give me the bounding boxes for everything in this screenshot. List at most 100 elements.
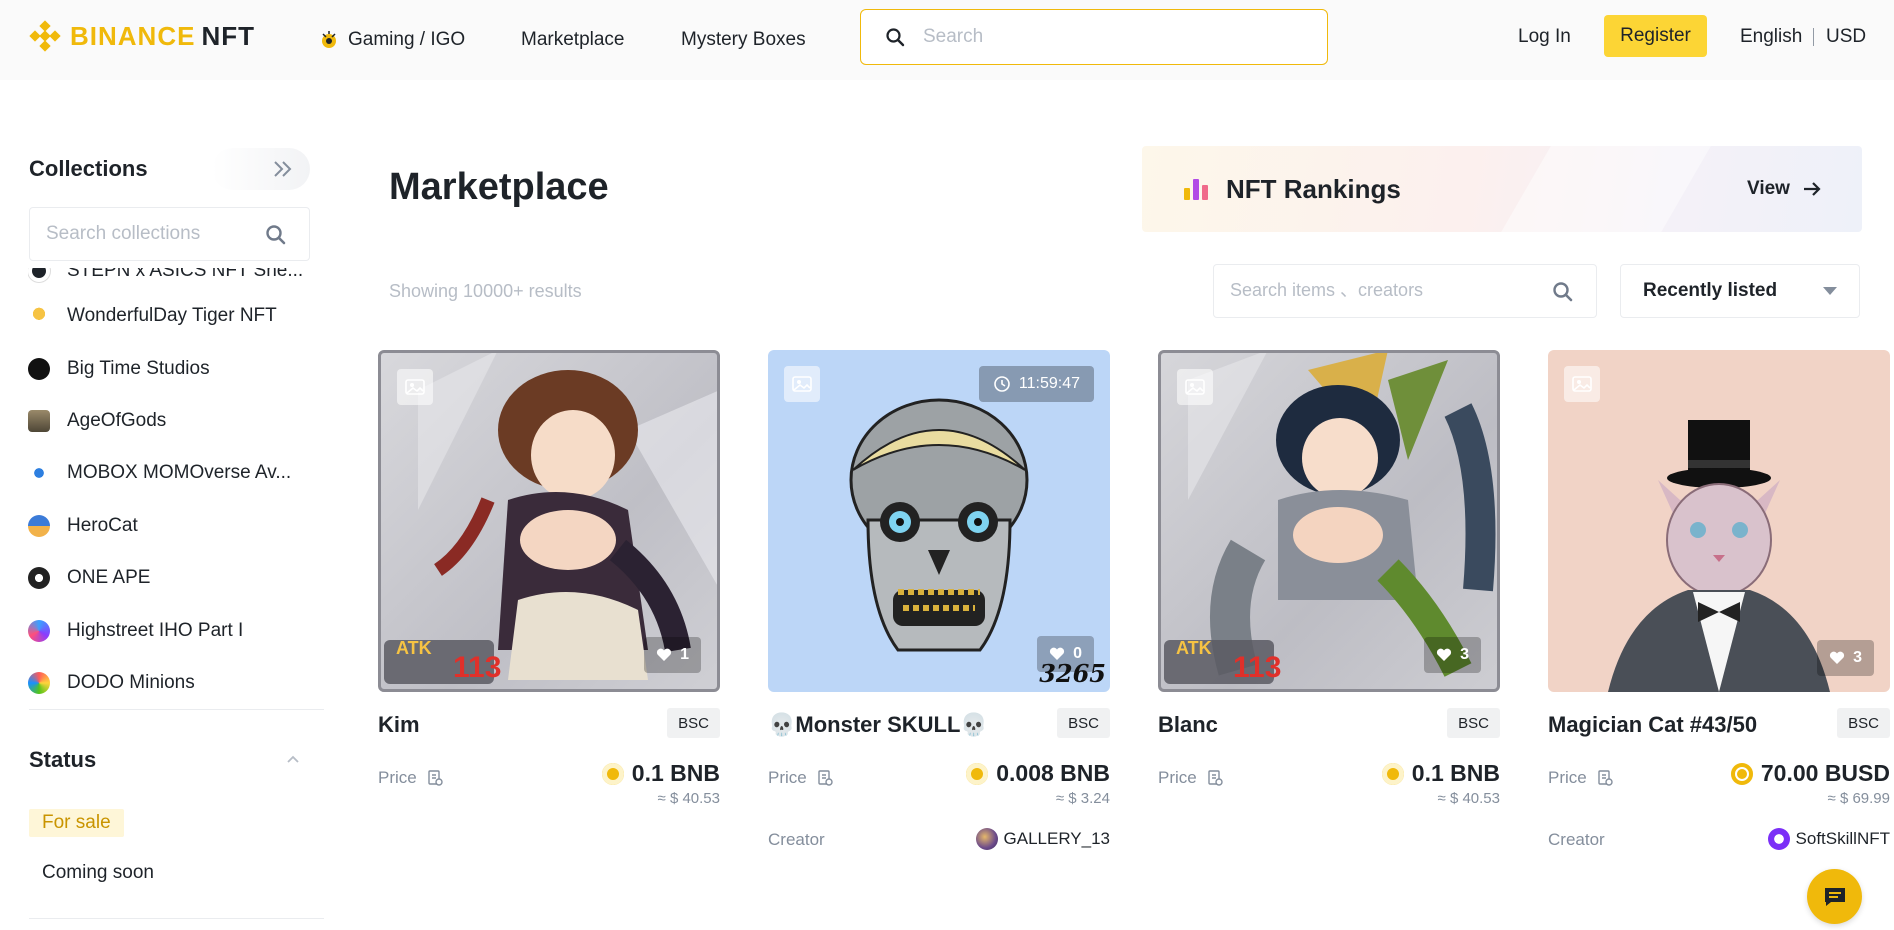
usd-equivalent: ≈ $ 40.53 [1437, 790, 1500, 807]
collapse-sidebar-button[interactable] [212, 148, 310, 190]
price-amount: 0.1 BNB [1411, 760, 1500, 786]
chain-badge: BSC [1447, 708, 1500, 738]
status-filter-title[interactable]: Status [29, 747, 96, 773]
sort-label: Recently listed [1643, 280, 1778, 301]
image-type-badge [397, 369, 433, 405]
collection-item-wonderfulday[interactable]: WonderfulDay Tiger NFT [28, 290, 328, 342]
page-title: Marketplace [389, 166, 609, 208]
heart-icon [657, 648, 672, 661]
header-divider [1813, 28, 1814, 46]
price-info-icon[interactable] [427, 770, 443, 786]
collection-item-herocat[interactable]: HeroCat [28, 500, 328, 552]
status-coming-soon[interactable]: Coming soon [42, 862, 154, 884]
caret-down-icon [1823, 287, 1837, 295]
nft-rankings-banner[interactable]: NFT Rankings View [1142, 146, 1862, 232]
nav-mystery-boxes[interactable]: Mystery Boxes [681, 0, 806, 80]
chat-support-button[interactable] [1807, 869, 1862, 924]
collection-item-stepn[interactable]: STEPN x ASICS NFT Sne... [28, 268, 328, 290]
price-info-icon[interactable] [817, 770, 833, 786]
sidebar-divider [29, 709, 324, 710]
bnb-coin-icon [601, 762, 624, 785]
nft-image[interactable]: ATK 113 1 [378, 350, 720, 692]
creator-link[interactable]: SoftSkillNFT [1767, 828, 1890, 850]
like-count: 3 [1853, 649, 1862, 666]
nav-gaming-igo[interactable]: Gaming / IGO [318, 0, 465, 80]
price-amount: 0.1 BNB [631, 760, 720, 786]
price-label: Price [1548, 768, 1613, 788]
nft-card-kim[interactable]: ATK 113 1 Kim BSC Price 0.1 BNB ≈ $ 40.5… [378, 350, 720, 807]
collection-label: AgeOfGods [67, 409, 167, 431]
register-button[interactable]: Register [1604, 15, 1707, 57]
like-button[interactable]: 3 [1424, 637, 1481, 673]
nft-image[interactable]: 3 [1548, 350, 1890, 692]
price-label-text: Price [1548, 768, 1587, 787]
sidebar-divider [29, 918, 324, 919]
chat-icon [1824, 887, 1845, 906]
login-link[interactable]: Log In [1518, 26, 1571, 48]
gaming-icon [322, 31, 336, 48]
arrow-right-icon[interactable] [1802, 179, 1822, 199]
nft-name: Blanc [1158, 712, 1218, 737]
rankings-view-link[interactable]: View [1747, 178, 1790, 200]
rankings-bar-chart-icon [1184, 179, 1208, 200]
creator-label: Creator [1548, 830, 1605, 849]
logo-wordmark: BINANCE NFT [70, 20, 255, 51]
item-search-box[interactable] [1213, 264, 1597, 318]
chevron-up-icon[interactable] [286, 752, 300, 766]
nft-card-magician-cat[interactable]: 3 Magician Cat #43/50 BSC Price 70.00 BU… [1548, 350, 1890, 850]
collection-item-ageofgods[interactable]: AgeOfGods [28, 395, 328, 447]
nft-image[interactable]: ATK 113 3 [1158, 350, 1500, 692]
image-type-badge [1177, 369, 1213, 405]
collection-item-big-time[interactable]: Big Time Studios [28, 342, 328, 394]
global-search-box[interactable] [860, 9, 1328, 65]
sort-dropdown[interactable]: Recently listed [1620, 264, 1860, 318]
collections-title: Collections [29, 156, 148, 181]
collection-item-one-ape[interactable]: ONE APE [28, 552, 328, 604]
chain-badge: BSC [667, 708, 720, 738]
nav-marketplace[interactable]: Marketplace [521, 0, 625, 80]
big-time-avatar [28, 357, 50, 380]
like-button[interactable]: 3 [1817, 640, 1874, 676]
currency-selector[interactable]: USD [1826, 26, 1866, 48]
image-icon [405, 379, 425, 395]
creator-name: SoftSkillNFT [1795, 829, 1890, 848]
global-search-input[interactable] [923, 26, 1303, 48]
collection-label: HeroCat [67, 514, 138, 536]
image-icon [1572, 376, 1592, 392]
rankings-title: NFT Rankings [1226, 174, 1401, 204]
usd-equivalent: ≈ $ 3.24 [1055, 790, 1110, 807]
price-info-icon[interactable] [1597, 770, 1613, 786]
timer-value: 11:59:47 [1018, 375, 1080, 392]
collection-search-input[interactable] [46, 223, 246, 245]
creator-link[interactable]: GALLERY_13 [975, 828, 1110, 850]
status-for-sale[interactable]: For sale [29, 809, 124, 837]
collection-label: Big Time Studios [67, 357, 210, 379]
image-icon [1185, 379, 1205, 395]
clock-icon [994, 376, 1010, 392]
language-selector[interactable]: English [1740, 26, 1802, 48]
nft-card-blanc[interactable]: ATK 113 3 Blanc BSC Price 0.1 BNB ≈ $ 40… [1158, 350, 1500, 807]
nft-card-monster-skull[interactable]: 11:59:47 0 3265 💀Monster SKULL💀 BSC Pric… [768, 350, 1110, 850]
price-info-icon[interactable] [1207, 770, 1223, 786]
item-search-input[interactable] [1230, 280, 1530, 301]
like-count: 3 [1460, 646, 1469, 663]
busd-coin-icon [1730, 762, 1753, 785]
nft-image[interactable]: 11:59:47 0 3265 [768, 350, 1110, 692]
tiger-avatar [28, 305, 50, 328]
search-icon [886, 28, 905, 47]
nft-name: 💀Monster SKULL💀 [768, 712, 988, 737]
price-value: 70.00 BUSD [1730, 760, 1890, 787]
heart-icon [1830, 651, 1845, 664]
heart-icon [1437, 648, 1452, 661]
bnb-coin-icon [1381, 762, 1404, 785]
collection-item-mobox[interactable]: MOBOX MOMOverse Av... [28, 447, 328, 499]
collection-item-highstreet[interactable]: Highstreet IHO Part I [28, 604, 328, 656]
collection-label: STEPN x ASICS NFT Sne... [67, 268, 304, 281]
usd-equivalent: ≈ $ 69.99 [1827, 790, 1890, 807]
banner-decoration [1487, 146, 1717, 232]
collection-search-box[interactable] [29, 207, 310, 261]
like-button[interactable]: 1 [644, 637, 701, 673]
collection-item-dodo[interactable]: DODO Minions [28, 657, 328, 709]
ageofgods-avatar [28, 409, 50, 432]
binance-nft-logo[interactable]: BINANCE NFT [28, 18, 255, 54]
